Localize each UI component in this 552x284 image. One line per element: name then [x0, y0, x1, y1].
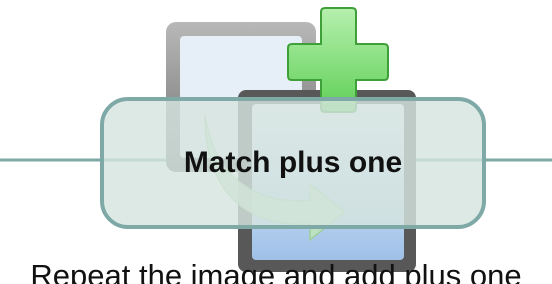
caption-text: Repeat the image and add plus one [30, 258, 522, 284]
banner-title: Match plus one [183, 146, 403, 179]
diagram-canvas: Match plus one Repeat the image and add … [0, 0, 552, 284]
